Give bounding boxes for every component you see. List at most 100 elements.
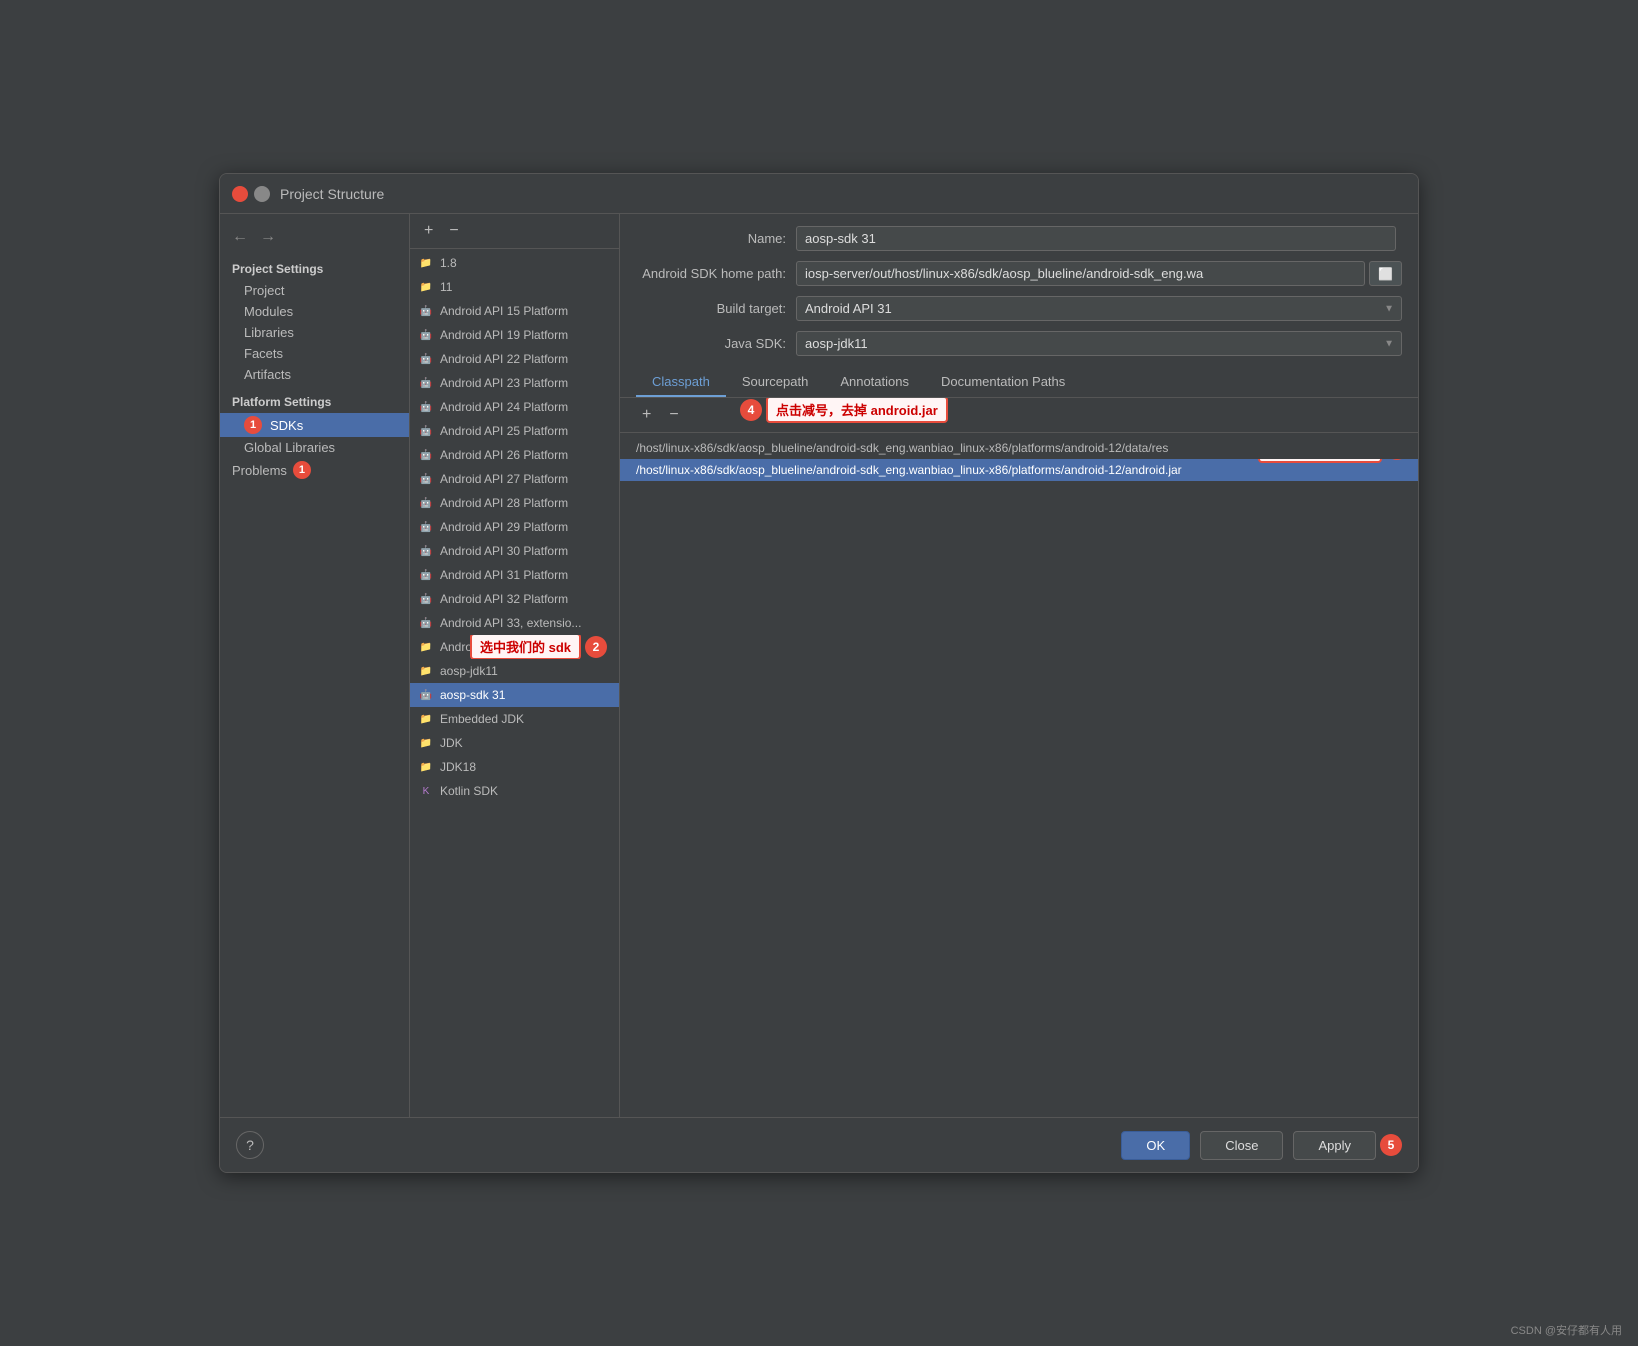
apply-button[interactable]: Apply [1293,1131,1376,1160]
name-label: Name: [636,231,786,246]
sdk-item-api24[interactable]: 🤖 Android API 24 Platform [410,395,619,419]
remove-classpath-button[interactable]: − [663,404,684,426]
sdk-item-api26[interactable]: 🤖 Android API 26 Platform [410,443,619,467]
tab-annotations[interactable]: Annotations [824,368,925,397]
sdk-item-api25[interactable]: 🤖 Android API 25 Platform [410,419,619,443]
kotlin-icon: K [418,783,434,799]
android-icon: 🤖 [418,375,434,391]
sdk-item-api31[interactable]: 🤖 Android API 31 Platform [410,563,619,587]
android-icon: 🤖 [418,351,434,367]
sdk-home-row: Android SDK home path: ⬜ [636,261,1402,286]
android-icon: 🤖 [418,423,434,439]
apply-group: Apply 5 [1293,1131,1402,1160]
sdk-item-api15[interactable]: 🤖 Android API 15 Platform [410,299,619,323]
project-structure-window: Project Structure ← → Project Settings P… [219,173,1419,1173]
tab-sourcepath[interactable]: Sourcepath [726,368,825,397]
add-classpath-button[interactable]: + [636,404,657,426]
folder-icon: 📁 [418,711,434,727]
sidebar-item-facets[interactable]: Facets [220,343,409,364]
folder-icon: 📁 [418,663,434,679]
sdk-home-input[interactable] [796,261,1365,286]
sdk-item-embedded-jdk[interactable]: 📁 Embedded JDK [410,707,619,731]
step3-badge: 3 [1386,459,1408,460]
sidebar-item-problems[interactable]: Problems 1 [220,458,409,482]
android-icon: 🤖 [418,303,434,319]
sidebar-item-project[interactable]: Project [220,280,409,301]
ok-button[interactable]: OK [1121,1131,1190,1160]
window-title: Project Structure [280,186,384,202]
sdk-home-input-group: ⬜ [796,261,1402,286]
java-sdk-select[interactable]: aosp-jdk11 [796,331,1402,356]
bottom-bar: ? OK Close Apply 5 [220,1117,1418,1172]
sdk-item-api23[interactable]: 🤖 Android API 23 Platform [410,371,619,395]
sdk-item-jdk18[interactable]: 📁 JDK18 [410,755,619,779]
sidebar-item-modules[interactable]: Modules [220,301,409,322]
sdk-item-1.8[interactable]: 📁 1.8 [410,251,619,275]
sdk-item-kotlin[interactable]: K Kotlin SDK [410,779,619,803]
folder-icon: 📁 [418,759,434,775]
folder-icon: 📁 [418,735,434,751]
sdk-item-api19[interactable]: 🤖 Android API 19 Platform [410,323,619,347]
sidebar-item-sdks[interactable]: 1 SDKs [220,413,409,437]
android-icon: 🤖 [418,327,434,343]
nav-forward-button[interactable]: → [256,226,280,248]
sdk-item-api22[interactable]: 🤖 Android API 22 Platform [410,347,619,371]
android-icon: 🤖 [418,447,434,463]
android-icon: 🤖 [418,519,434,535]
right-panel: Name: Android SDK home path: ⬜ Build tar… [620,214,1418,1117]
java-sdk-select-wrapper: aosp-jdk11 [796,331,1402,356]
browse-button[interactable]: ⬜ [1369,261,1402,286]
folder-icon: 📁 [418,255,434,271]
sdk-list: 📁 1.8 📁 11 🤖 Android API 15 Platform 🤖 A… [410,249,619,1117]
form-area: Name: Android SDK home path: ⬜ Build tar… [620,214,1418,368]
name-input[interactable] [796,226,1396,251]
sdk-item-android-studio-java[interactable]: 📁 Android Studio java... 选中我们的 sdk 2 [410,635,619,659]
sdk-home-label: Android SDK home path: [636,266,786,281]
build-target-select[interactable]: Android API 31 [796,296,1402,321]
sdk-item-api30[interactable]: 🤖 Android API 30 Platform [410,539,619,563]
build-target-select-wrapper: Android API 31 [796,296,1402,321]
sdk-item-api28[interactable]: 🤖 Android API 28 Platform [410,491,619,515]
help-button[interactable]: ? [236,1131,264,1159]
add-sdk-button[interactable]: + [418,220,439,242]
sidebar: ← → Project Settings Project Modules Lib… [220,214,410,1117]
sdk-item-api29[interactable]: 🤖 Android API 29 Platform [410,515,619,539]
step5-badge: 5 [1380,1134,1402,1156]
classpath-list: /host/linux-x86/sdk/aosp_blueline/androi… [620,433,1418,1117]
close-button[interactable]: Close [1200,1131,1283,1160]
android-icon: 🤖 [418,591,434,607]
sdk-item-aosp-jdk11[interactable]: 📁 aosp-jdk11 [410,659,619,683]
sdk-item-jdk[interactable]: 📁 JDK [410,731,619,755]
android-icon: 🤖 [418,471,434,487]
annotation-remove-jar: 点击减号，去掉 android.jar [766,398,948,423]
sdk-item-aosp-sdk31[interactable]: 🤖 aosp-sdk 31 [410,683,619,707]
minimize-window-button[interactable] [254,186,270,202]
android-icon: 🤖 [418,615,434,631]
android-icon: 🤖 [418,687,434,703]
remove-sdk-button[interactable]: − [443,220,464,242]
java-sdk-label: Java SDK: [636,336,786,351]
close-window-button[interactable] [232,186,248,202]
java-sdk-row: Java SDK: aosp-jdk11 [636,331,1402,356]
sidebar-item-global-libraries[interactable]: Global Libraries [220,437,409,458]
tab-classpath[interactable]: Classpath [636,368,726,397]
sidebar-item-libraries[interactable]: Libraries [220,322,409,343]
classpath-item-jar[interactable]: /host/linux-x86/sdk/aosp_blueline/androi… [620,459,1418,481]
folder-icon: 📁 [418,639,434,655]
android-icon: 🤖 [418,399,434,415]
step2-badge: 2 [585,636,607,658]
build-target-row: Build target: Android API 31 [636,296,1402,321]
sdk-item-api32[interactable]: 🤖 Android API 32 Platform [410,587,619,611]
sdk-item-api27[interactable]: 🤖 Android API 27 Platform [410,467,619,491]
android-icon: 🤖 [418,495,434,511]
classpath-toolbar: + − 4 点击减号，去掉 android.jar [620,398,1418,433]
nav-back-button[interactable]: ← [228,226,252,248]
classpath-item-res[interactable]: /host/linux-x86/sdk/aosp_blueline/androi… [620,437,1418,459]
step4-badge: 4 [740,399,762,421]
sdk-item-api33[interactable]: 🤖 Android API 33, extensio... [410,611,619,635]
android-icon: 🤖 [418,543,434,559]
tabs-bar: Classpath Sourcepath Annotations Documen… [620,368,1418,398]
sdk-item-11[interactable]: 📁 11 [410,275,619,299]
sidebar-item-artifacts[interactable]: Artifacts [220,364,409,385]
tab-documentation-paths[interactable]: Documentation Paths [925,368,1081,397]
